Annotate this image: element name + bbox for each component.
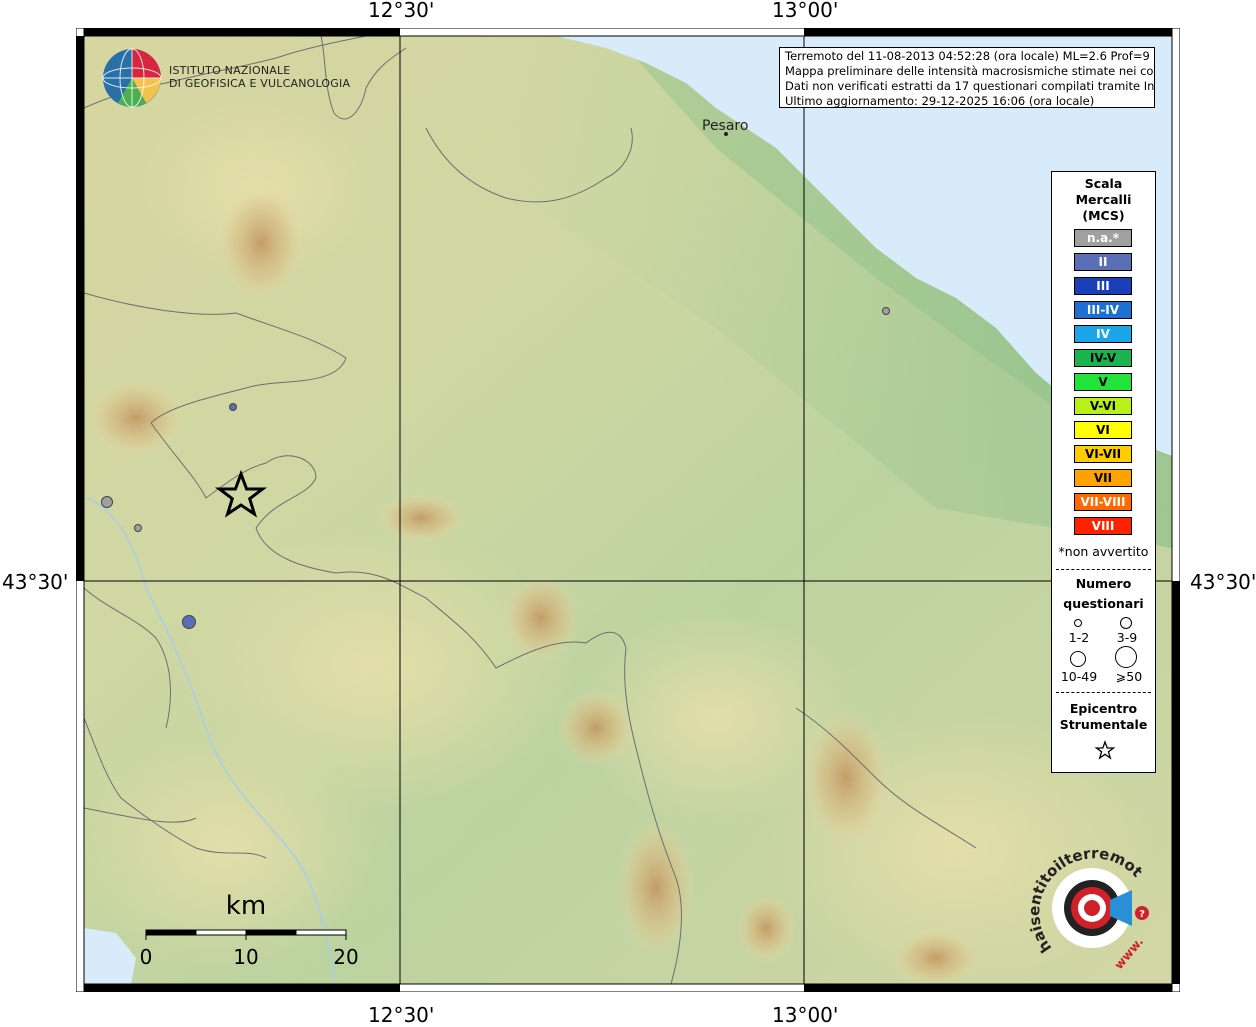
count-title-line1: Numero xyxy=(1075,576,1132,591)
event-info-line1: Terremoto del 11-08-2013 04:52:28 (ora l… xyxy=(785,49,1155,63)
institute-line2: DI GEOFISICA E VULCANOLOGIA xyxy=(169,77,351,90)
lon-label-top-right: 13°00' xyxy=(772,0,839,22)
legend-title-line3: (MCS) xyxy=(1082,208,1125,223)
intensity-scale-item: V-VI xyxy=(1074,397,1132,415)
intensity-scale-item: II xyxy=(1074,253,1132,271)
intensity-scale-item: VI xyxy=(1074,421,1132,439)
legend-panel: Scala Mercalli (MCS) n.a.* II III III-IV IV I… xyxy=(1051,171,1156,773)
epicenter-title-line2: Strumentale xyxy=(1059,717,1148,732)
legend-title-line2: Mercalli xyxy=(1075,192,1132,207)
point-na-small[interactable] xyxy=(882,307,890,315)
point-na-small[interactable] xyxy=(134,524,142,532)
scale-tick-10: 10 xyxy=(233,945,258,969)
scale-tick-20: 20 xyxy=(333,945,358,969)
count-title-line2: questionari xyxy=(1063,596,1144,611)
lon-label-bottom-left: 12°30' xyxy=(368,1003,435,1027)
intensity-scale-item: VIII xyxy=(1074,517,1132,535)
scale-tick-0: 0 xyxy=(140,945,153,969)
point-na-medium[interactable] xyxy=(101,496,113,508)
intensity-scale-item: IV-V xyxy=(1074,349,1132,367)
count-label-1-2: 1-2 xyxy=(1068,630,1090,645)
lon-label-bottom-right: 13°00' xyxy=(772,1003,839,1027)
intensity-scale-item: IV xyxy=(1074,325,1132,343)
intensity-scale-item: III-IV xyxy=(1074,301,1132,319)
event-info-line4: Ultimo aggiornamento: 29-12-2025 16:06 (… xyxy=(785,94,1095,108)
scale-unit: km xyxy=(226,891,266,921)
lat-label-left: 43°30' xyxy=(2,570,69,594)
count-label-10-49: 10-49 xyxy=(1060,669,1098,684)
lon-label-top-left: 12°30' xyxy=(368,0,435,22)
ingv-logo xyxy=(102,48,162,108)
point-ii-medium[interactable] xyxy=(182,615,196,629)
count-label-50-plus: ⩾50 xyxy=(1115,669,1143,684)
terrain-layer xyxy=(84,36,1172,984)
city-label-pesaro: Pesaro xyxy=(702,118,748,134)
svg-text:?: ? xyxy=(1139,909,1145,920)
intensity-scale-item: V xyxy=(1074,373,1132,391)
institute-name: ISTITUTO NAZIONALE DI GEOFISICA E VULCAN… xyxy=(169,64,350,90)
city-marker xyxy=(724,132,728,136)
event-info-line3: Dati non verificati estratti da 17 quest… xyxy=(785,79,1155,93)
not-felt-note: *non avvertito xyxy=(1058,544,1149,559)
map-area[interactable]: Pesaro km 0 10 20 ? haisentitoilterremot… xyxy=(76,28,1180,992)
epicenter-title-line1: Epicentro xyxy=(1069,701,1138,716)
intensity-scale-item: VII-VIII xyxy=(1074,493,1132,511)
event-info-line2: Mappa preliminare delle intensità macros… xyxy=(785,64,1155,78)
intensity-scale-item: VII xyxy=(1074,469,1132,487)
point-ii-small[interactable] xyxy=(229,403,237,411)
epicenter-star-icon xyxy=(1094,740,1116,760)
legend-title-line1: Scala xyxy=(1084,176,1123,191)
intensity-scale-item: III xyxy=(1074,277,1132,295)
count-label-3-9: 3-9 xyxy=(1116,630,1138,645)
intensity-scale-item: n.a.* xyxy=(1074,229,1132,247)
event-info-box: Terremoto del 11-08-2013 04:52:28 (ora l… xyxy=(779,47,1155,108)
lat-label-right: 43°30' xyxy=(1190,570,1256,594)
intensity-scale-item: VI-VII xyxy=(1074,445,1132,463)
institute-line1: ISTITUTO NAZIONALE xyxy=(169,64,291,77)
legend-divider xyxy=(1056,569,1151,570)
legend-divider xyxy=(1056,692,1151,693)
